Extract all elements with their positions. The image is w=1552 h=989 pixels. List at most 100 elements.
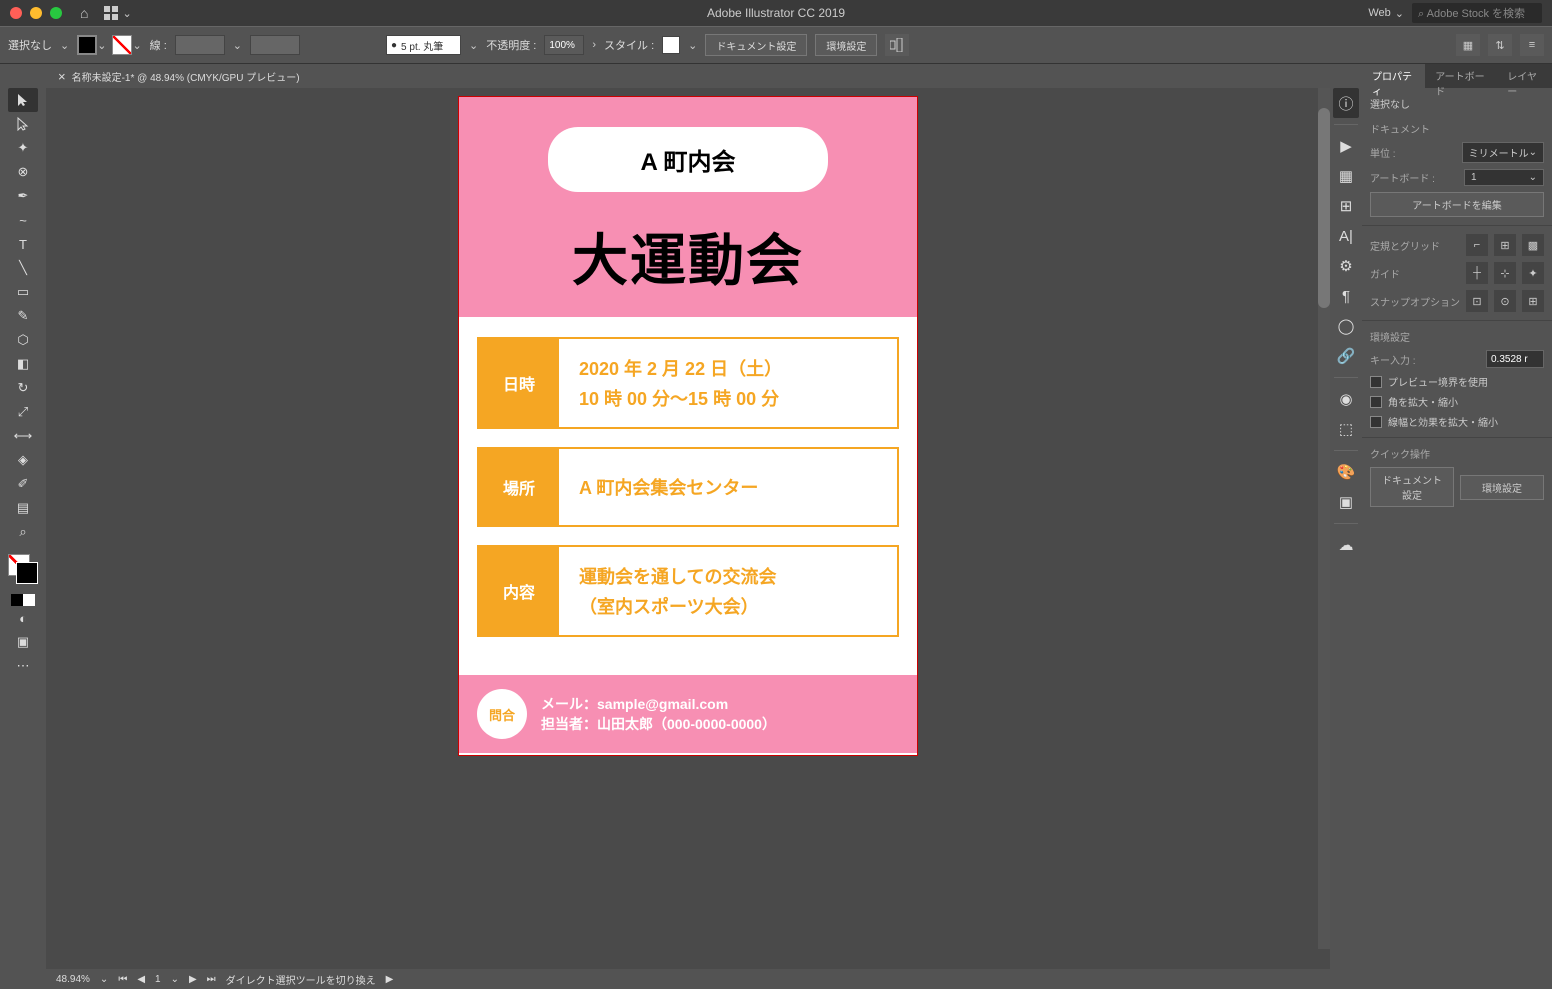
fill-swatch[interactable] (77, 35, 97, 55)
selection-tool[interactable] (8, 88, 38, 112)
snap-pixel-icon[interactable]: ⊡ (1466, 290, 1488, 312)
menu-icon[interactable]: ≡ (1520, 34, 1544, 56)
magic-wand-tool[interactable]: ✦ (8, 136, 38, 160)
chevron-down-icon[interactable]: ⌄ (171, 974, 179, 985)
close-window[interactable] (10, 7, 22, 19)
artboard-dropdown[interactable]: 1⌄ (1464, 169, 1544, 186)
line-tool[interactable]: ╲ (8, 256, 38, 280)
play-icon[interactable]: ▶ (386, 974, 394, 985)
paragraph-icon[interactable]: ¶ (1333, 281, 1359, 311)
tab-properties[interactable]: プロパティ (1362, 64, 1425, 88)
links-icon[interactable]: 🔗 (1333, 341, 1359, 371)
stroke-swatch[interactable] (112, 35, 132, 55)
gradient-tool[interactable]: ▤ (8, 496, 38, 520)
minimize-window[interactable] (30, 7, 42, 19)
brush-definition[interactable]: ● 5 pt. 丸筆 (386, 35, 461, 55)
grid-icon[interactable]: ⊞ (1494, 234, 1516, 256)
screen-mode[interactable]: ▣ (8, 630, 38, 654)
transform-icon[interactable]: ⬚ (1333, 414, 1359, 444)
appearance-icon[interactable]: ◉ (1333, 384, 1359, 414)
snap-point-icon[interactable]: ⊙ (1494, 290, 1516, 312)
tab-layers[interactable]: レイヤー (1497, 64, 1552, 88)
rotate-tool[interactable]: ↻ (8, 376, 38, 400)
scale-strokes-checkbox[interactable]: 線幅と効果を拡大・縮小 (1370, 414, 1544, 429)
pen-tool[interactable]: ✒ (8, 184, 38, 208)
key-input-field[interactable]: 0.3528 r (1486, 350, 1544, 368)
opacity-field[interactable]: 100% (544, 35, 584, 55)
tab-artboards[interactable]: アートボード (1425, 64, 1497, 88)
draw-mode[interactable]: ◐ (8, 606, 38, 630)
actions-icon[interactable]: ▶ (1333, 131, 1359, 161)
eraser-tool[interactable]: ◧ (8, 352, 38, 376)
variable-width[interactable] (250, 35, 300, 55)
show-guides-icon[interactable]: ┼ (1466, 262, 1488, 284)
artboard-num[interactable]: 1 (155, 974, 161, 985)
edit-artboards-button[interactable]: アートボードを編集 (1370, 192, 1544, 217)
stroke-weight[interactable] (175, 35, 225, 55)
fill-stroke-swatch[interactable] (8, 554, 38, 584)
eyedropper-tool[interactable]: ✐ (8, 472, 38, 496)
artboards-icon[interactable]: ▦ (1333, 161, 1359, 191)
snap-grid-icon[interactable]: ⊞ (1522, 290, 1544, 312)
zoom-tool[interactable]: ⌕ (8, 520, 38, 544)
close-tab-icon[interactable]: × (58, 69, 66, 84)
pathfinder-icon[interactable]: ◯ (1333, 311, 1359, 341)
direct-selection-tool[interactable] (8, 112, 38, 136)
home-icon[interactable]: ⌂ (80, 5, 88, 21)
next-artboard-icon[interactable]: ▶ (189, 974, 197, 985)
zoom-window[interactable] (50, 7, 62, 19)
artboard-1[interactable]: A 町内会 大運動会 日時 2020 年 2 月 22 日（土） 10 時 00… (458, 96, 918, 756)
settings-icon[interactable]: ⚙ (1333, 251, 1359, 281)
arrange-icon[interactable]: ⇅ (1488, 34, 1512, 56)
default-colors[interactable] (11, 594, 35, 606)
preview-bounds-checkbox[interactable]: プレビュー境界を使用 (1370, 374, 1544, 389)
swatches-icon[interactable]: 🎨 (1333, 457, 1359, 487)
scale-corners-checkbox[interactable]: 角を拡大・縮小 (1370, 394, 1544, 409)
prefs-quick-button[interactable]: 環境設定 (1460, 475, 1544, 500)
ruler-icon[interactable]: ⌐ (1466, 234, 1488, 256)
lasso-tool[interactable]: ⊗ (8, 160, 38, 184)
smart-guides-icon[interactable]: ✦ (1522, 262, 1544, 284)
workspace-picker[interactable]: Web ⌄ (1368, 7, 1404, 20)
curvature-tool[interactable]: ~ (8, 208, 38, 232)
prev-artboard-icon[interactable]: ◀ (137, 974, 145, 985)
type-panel-icon[interactable]: A| (1333, 221, 1359, 251)
chevron-right-icon[interactable]: › (592, 39, 596, 51)
chevron-down-icon[interactable]: ⌄ (100, 974, 108, 985)
stock-search[interactable]: ⌕ Adobe Stock を検索 (1412, 3, 1542, 23)
chevron-down-icon[interactable]: ⌄ (688, 39, 697, 52)
width-tool[interactable]: ⟷ (8, 424, 38, 448)
preferences-button[interactable]: 環境設定 (815, 34, 877, 56)
lock-guides-icon[interactable]: ⊹ (1494, 262, 1516, 284)
shaper-tool[interactable]: ⬡ (8, 328, 38, 352)
rectangle-tool[interactable]: ▭ (8, 280, 38, 304)
graphic-style[interactable] (662, 36, 680, 54)
align-panel-icon[interactable]: ⊞ (1333, 191, 1359, 221)
first-artboard-icon[interactable]: ⏮ (118, 974, 127, 985)
transparency-grid-icon[interactable]: ▩ (1522, 234, 1544, 256)
chevron-down-icon[interactable]: ⌄ (97, 39, 106, 52)
type-tool[interactable]: T (8, 232, 38, 256)
cc-libraries-icon[interactable]: ☁ (1333, 530, 1359, 560)
doc-setup-quick-button[interactable]: ドキュメント設定 (1370, 467, 1454, 507)
workspace-menu[interactable]: ⌄ (104, 6, 131, 20)
chevron-down-icon[interactable]: ⌄ (233, 39, 242, 52)
more-tools[interactable]: ⋯ (8, 654, 38, 678)
document-setup-button[interactable]: ドキュメント設定 (705, 34, 807, 56)
canvas[interactable]: A 町内会 大運動会 日時 2020 年 2 月 22 日（土） 10 時 00… (46, 88, 1330, 969)
scale-tool[interactable]: ⤢ (8, 400, 38, 424)
units-dropdown[interactable]: ミリメートル⌄ (1462, 142, 1544, 163)
info-panel-icon[interactable]: ⓘ (1333, 88, 1359, 118)
paintbrush-tool[interactable]: ✎ (8, 304, 38, 328)
vertical-scrollbar[interactable] (1318, 88, 1330, 949)
chevron-down-icon[interactable]: ⌄ (132, 39, 141, 52)
document-tab[interactable]: × 名称未設定-1* @ 48.94% (CMYK/GPU プレビュー) (46, 64, 1330, 88)
grid-icon[interactable]: ▦ (1456, 34, 1480, 56)
free-transform-tool[interactable]: ◈ (8, 448, 38, 472)
zoom-level[interactable]: 48.94% (56, 974, 90, 985)
last-artboard-icon[interactable]: ⏭ (207, 974, 216, 985)
chevron-down-icon[interactable]: ⌄ (60, 39, 69, 52)
align-menu[interactable] (885, 34, 909, 56)
chevron-down-icon[interactable]: ⌄ (469, 39, 478, 52)
libraries-icon[interactable]: ▣ (1333, 487, 1359, 517)
